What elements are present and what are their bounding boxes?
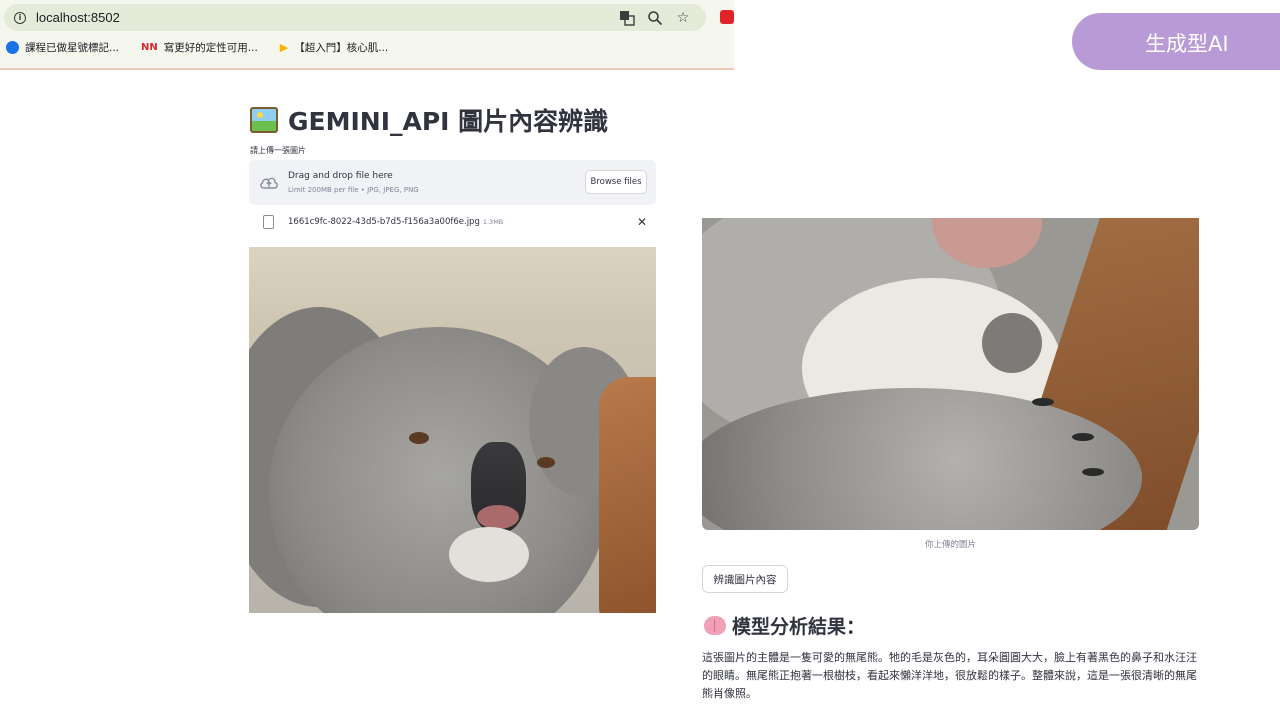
page-title-row: GEMINI_API 圖片內容辨識 <box>250 102 608 138</box>
photo-fur <box>477 505 519 529</box>
bookmark-item[interactable]: NN 寫更好的定性可用... <box>141 40 258 55</box>
photo-fur <box>982 313 1042 373</box>
address-bar[interactable]: i localhost:8502 ☆ <box>4 4 706 31</box>
image-caption: 你上傳的圖片 <box>924 540 976 550</box>
bookmark-label: 寫更好的定性可用... <box>163 42 258 54</box>
bookmark-item[interactable]: ▶ 【超入門】核心肌... <box>280 40 388 55</box>
result-heading-row: 模型分析結果： <box>704 612 865 639</box>
photo-fur <box>599 377 656 613</box>
address-bar-actions: ☆ <box>618 9 692 27</box>
uploaded-file-row: 1661c9fc-8022-43d5-b7d5-f156a3a00f6e.jpg… <box>249 212 656 234</box>
bookmark-star-icon[interactable]: ☆ <box>674 9 692 27</box>
photo-fur <box>1072 433 1094 441</box>
play-icon: ▶ <box>279 41 289 54</box>
slide-badge-label: 生成型AI <box>1145 32 1229 56</box>
file-dropzone[interactable]: Drag and drop file here Limit 200MB per … <box>249 160 656 205</box>
photo-fur <box>449 527 529 582</box>
photo-fur <box>409 432 429 444</box>
bookmark-item[interactable]: 課程已做星號標記... <box>6 40 119 55</box>
globe-icon <box>6 41 19 54</box>
photo-fur <box>537 457 555 468</box>
browse-files-button[interactable]: Browse files <box>585 170 647 194</box>
extension-icon[interactable] <box>720 10 734 24</box>
uploader-label: 請上傳一張圖片 <box>250 146 306 155</box>
uploaded-file-size: 1.3MB <box>482 218 504 226</box>
photo-fur <box>1032 398 1054 406</box>
zoom-icon[interactable] <box>646 9 664 27</box>
result-heading: 模型分析結果： <box>732 616 866 638</box>
page-title: GEMINI_API 圖片內容辨識 <box>288 107 609 136</box>
nn-logo-icon: NN <box>141 42 158 53</box>
uploaded-file-info: 1661c9fc-8022-43d5-b7d5-f156a3a00f6e.jpg… <box>288 217 503 227</box>
site-info-icon[interactable]: i <box>14 11 26 24</box>
bookmarks-bar: 課程已做星號標記... NN 寫更好的定性可用... ▶ 【超入門】核心肌... <box>6 40 388 55</box>
result-text: 這張圖片的主體是一隻可愛的無尾熊。牠的毛是灰色的，耳朵圓圓大大，臉上有著黑色的鼻… <box>702 651 1197 700</box>
dropzone-limit: Limit 200MB per file • JPG, JPEG, PNG <box>288 186 419 194</box>
photo-fur <box>1082 468 1104 476</box>
browser-chrome: i localhost:8502 ☆ 課程已做星號標記... NN 寫更好的定性… <box>0 0 734 70</box>
translate-icon[interactable] <box>618 9 636 27</box>
screen: i localhost:8502 ☆ 課程已做星號標記... NN 寫更好的定性… <box>0 0 1280 720</box>
url-text[interactable]: localhost:8502 <box>36 10 120 25</box>
bookmark-label: 【超入門】核心肌... <box>294 42 389 54</box>
close-icon[interactable]: ✕ <box>635 214 649 230</box>
uploaded-image-preview <box>702 218 1199 530</box>
uploaded-file-name: 1661c9fc-8022-43d5-b7d5-f156a3a00f6e.jpg <box>288 217 480 227</box>
cloud-upload-icon <box>260 177 278 189</box>
file-icon <box>263 215 274 229</box>
recognize-image-button[interactable]: 辨識圖片內容 <box>702 565 788 593</box>
brain-icon <box>704 616 726 635</box>
bookmark-label: 課程已做星號標記... <box>25 42 120 54</box>
framed-picture-icon <box>250 107 278 133</box>
dropzone-instructions: Drag and drop file here <box>288 171 393 181</box>
koala-face-photo <box>249 247 656 613</box>
